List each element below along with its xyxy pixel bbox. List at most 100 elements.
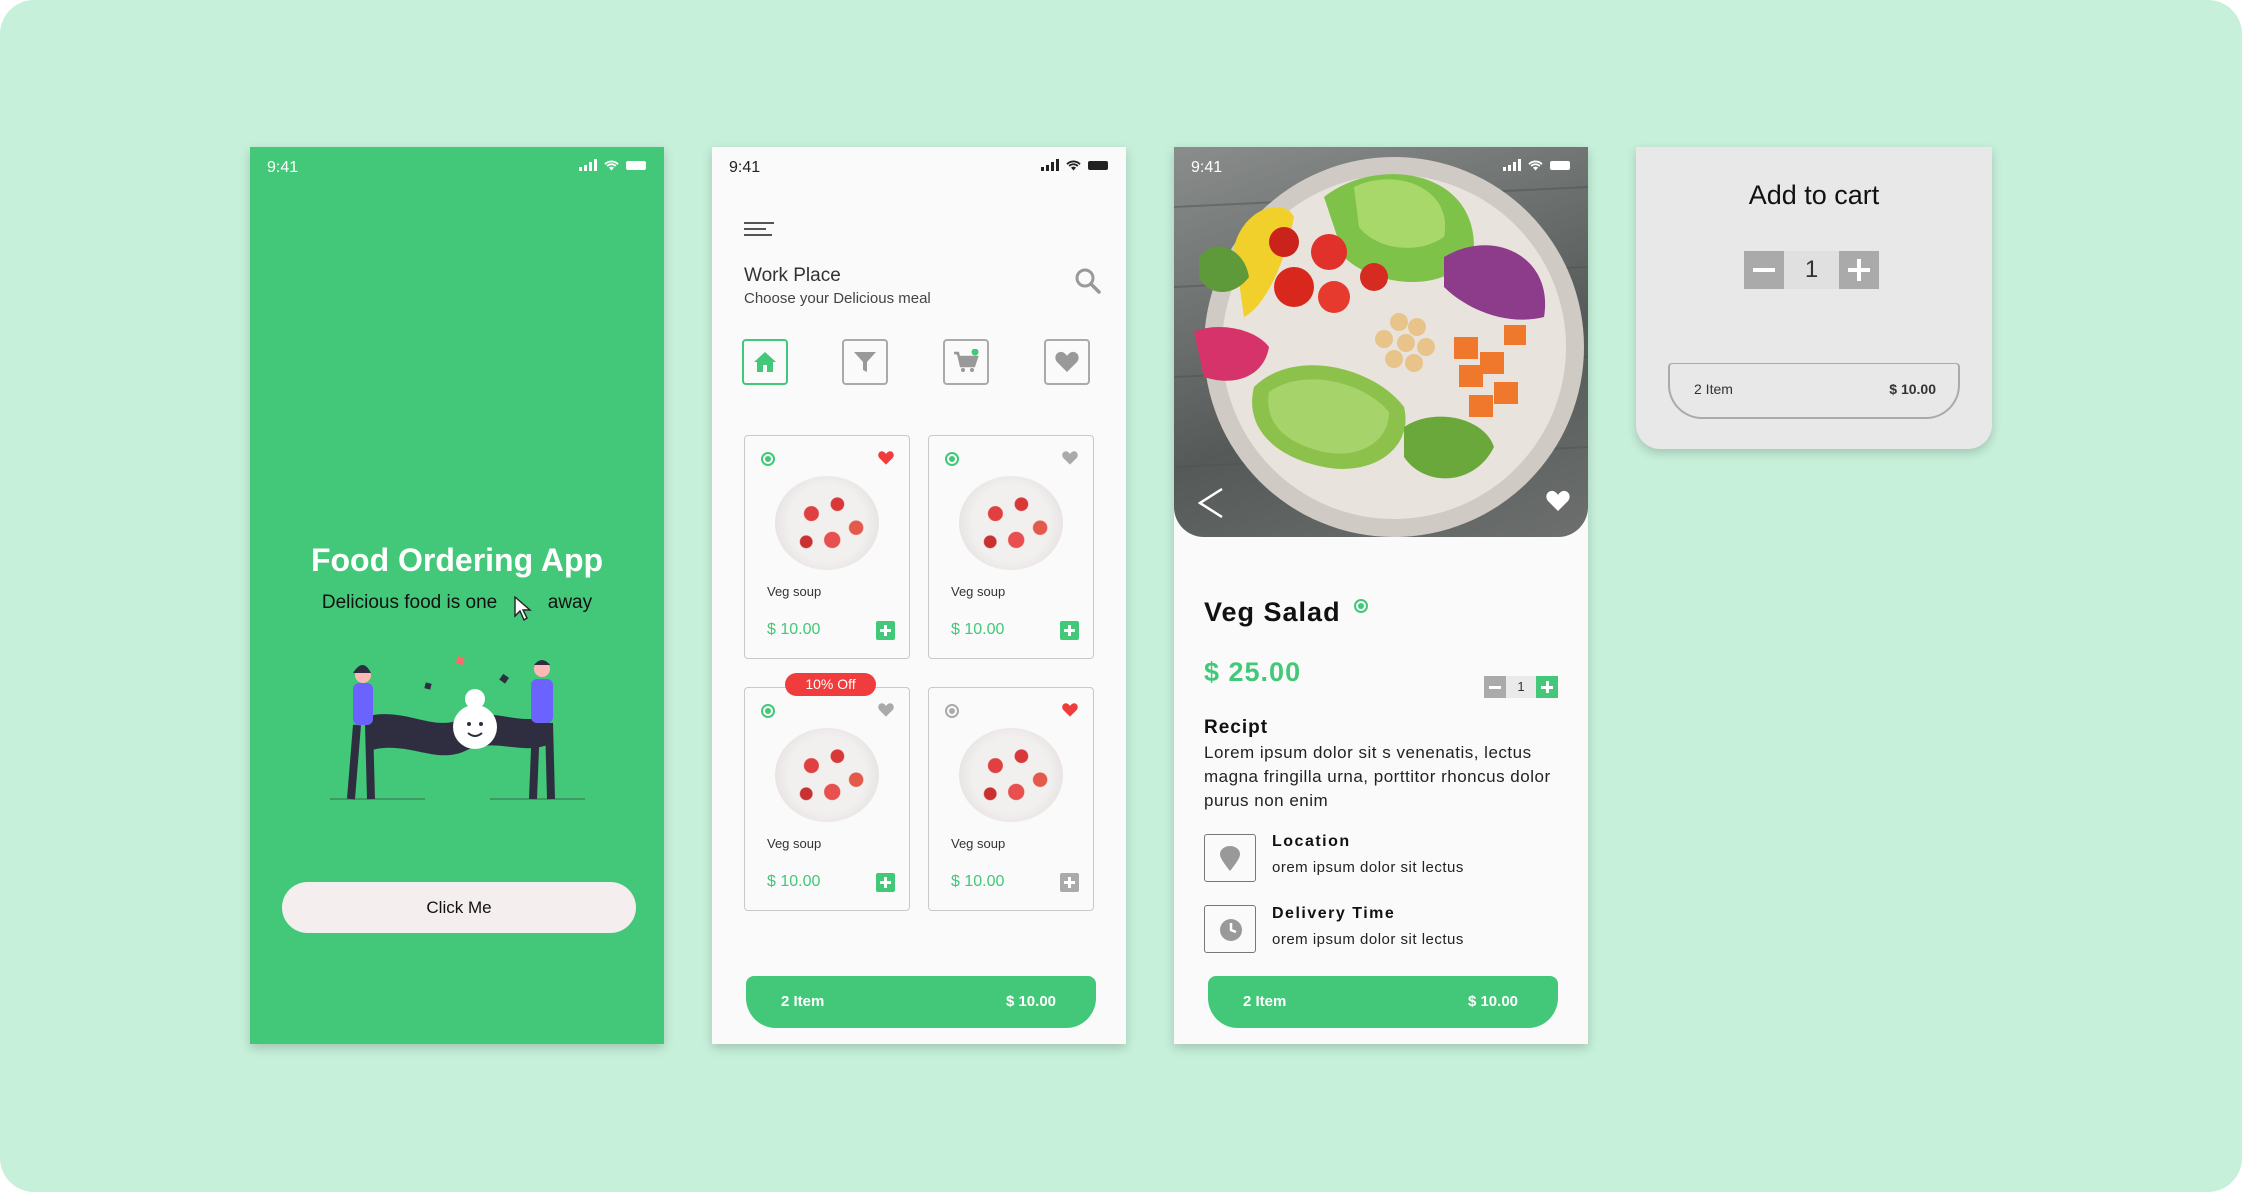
food-card-1[interactable]: Veg soup $ 10.00 <box>744 435 910 659</box>
signal-icon <box>1041 159 1059 171</box>
click-me-button[interactable]: Click Me <box>282 882 636 933</box>
delivery-heading: Delivery Time <box>1272 905 1396 922</box>
status-bar: 9:41 <box>250 147 664 187</box>
home-icon <box>754 352 776 372</box>
cart-total: $ 10.00 <box>1467 993 1518 1010</box>
food-price: $ 10.00 <box>767 873 821 890</box>
veg-indicator <box>761 704 775 718</box>
signal-icon <box>579 159 597 171</box>
add-to-cart-heading: Add to cart <box>1748 180 1880 210</box>
wifi-icon <box>1528 160 1543 170</box>
veg-indicator <box>945 704 959 718</box>
filter-icon <box>854 352 876 372</box>
status-time: 9:41 <box>1191 159 1223 176</box>
cart-count: 2 Item <box>1694 381 1733 397</box>
page-subtitle: Choose your Delicious meal <box>744 290 931 307</box>
back-arrow-icon[interactable] <box>1198 487 1224 519</box>
quantity-value: 1 <box>1784 251 1839 289</box>
favorite-heart-icon[interactable] <box>1061 702 1079 718</box>
add-item-plus-icon[interactable] <box>1060 621 1079 640</box>
veg-indicator <box>761 452 775 466</box>
heart-icon <box>1055 351 1079 372</box>
food-name: Veg soup <box>767 584 822 599</box>
veg-indicator <box>1354 599 1368 613</box>
detail-screen: 9:41 Veg Salad $ 25.00 1 Recipt Lorem ip… <box>1174 147 1588 1044</box>
favorite-heart-icon[interactable] <box>1544 489 1572 513</box>
delivery-illustration <box>330 656 585 800</box>
cart-summary-bar[interactable]: 2 Item $ 10.00 <box>746 976 1096 1028</box>
battery-icon <box>626 160 646 170</box>
tagline-start: Delicious food is one <box>321 592 498 613</box>
location-heading: Location <box>1272 833 1351 850</box>
decrease-minus-icon[interactable] <box>1744 251 1784 289</box>
increase-plus-icon[interactable] <box>1536 676 1558 698</box>
tab-favorites[interactable] <box>1044 339 1090 385</box>
cart-summary-bar[interactable]: 2 Item $ 10.00 <box>1208 976 1558 1028</box>
dish-name: Veg Salad <box>1204 597 1341 627</box>
hamburger-menu-icon[interactable] <box>744 222 774 238</box>
app-title: Food Ordering App <box>310 542 604 578</box>
clock-icon <box>1220 919 1242 941</box>
location-text: orem ipsum dolor sit lectus <box>1272 859 1464 876</box>
recipe-heading: Recipt <box>1204 717 1269 738</box>
quantity-stepper: 1 <box>1484 676 1558 698</box>
status-time: 9:41 <box>729 159 761 176</box>
cart-total: $ 10.00 <box>1889 381 1936 397</box>
favorite-heart-icon[interactable] <box>877 450 895 466</box>
cart-count: 2 Item <box>1243 993 1287 1010</box>
add-to-cart-card: Add to cart 1 2 Item $ 10.00 <box>1636 147 1992 449</box>
quantity-value: 1 <box>1506 676 1536 698</box>
location-icon-box <box>1204 834 1256 882</box>
tagline: Delicious food is one away <box>250 592 664 622</box>
food-image <box>959 728 1063 822</box>
wifi-icon <box>1066 160 1081 170</box>
add-item-plus-icon[interactable] <box>876 621 895 640</box>
delivery-text: orem ipsum dolor sit lectus <box>1272 931 1464 948</box>
food-name: Veg soup <box>951 836 1006 851</box>
delivery-icon-box <box>1204 905 1256 953</box>
food-name: Veg soup <box>767 836 822 851</box>
add-item-plus-icon[interactable] <box>876 873 895 892</box>
food-price: $ 10.00 <box>767 621 821 638</box>
add-item-plus-icon[interactable] <box>1060 873 1079 892</box>
veg-indicator <box>945 452 959 466</box>
cart-icon <box>954 349 979 372</box>
food-card-4[interactable]: Veg soup $ 10.00 <box>928 687 1094 911</box>
wifi-icon <box>604 160 619 170</box>
tab-filter[interactable] <box>842 339 888 385</box>
onboarding-screen: 9:41 Food Ordering App Delicious food is… <box>250 147 664 1044</box>
favorite-heart-icon[interactable] <box>1061 450 1079 466</box>
salad-bowl-image <box>1174 157 1588 537</box>
recipe-text: Lorem ipsum dolor sit s venenatis, lectu… <box>1204 743 1551 810</box>
location-pin-icon <box>1220 846 1240 871</box>
cart-count: 2 Item <box>781 993 825 1010</box>
battery-icon <box>1088 160 1108 170</box>
food-name: Veg soup <box>951 584 1006 599</box>
cart-summary-bar[interactable]: 2 Item $ 10.00 <box>1668 363 1960 419</box>
quantity-stepper: 1 <box>1744 251 1879 289</box>
dish-price: $ 25.00 <box>1204 657 1302 687</box>
food-image <box>775 476 879 570</box>
status-bar: 9:41 <box>712 147 1126 187</box>
food-image <box>775 728 879 822</box>
cart-total: $ 10.00 <box>1005 993 1056 1010</box>
food-price: $ 10.00 <box>951 873 1005 890</box>
food-price: $ 10.00 <box>951 621 1005 638</box>
menu-screen: 9:41 Work Place Choose your Delicious me… <box>712 147 1126 1044</box>
status-time: 9:41 <box>267 159 299 176</box>
search-icon[interactable] <box>1074 267 1102 295</box>
discount-badge: 10% Off <box>785 673 876 696</box>
increase-plus-icon[interactable] <box>1839 251 1879 289</box>
status-bar: 9:41 <box>1174 147 1588 187</box>
favorite-heart-icon[interactable] <box>877 702 895 718</box>
decrease-minus-icon[interactable] <box>1484 676 1506 698</box>
food-image <box>959 476 1063 570</box>
food-card-3[interactable]: Veg soup $ 10.00 <box>744 687 910 911</box>
signal-icon <box>1503 159 1521 171</box>
page-title: Work Place <box>744 265 841 286</box>
canvas: 9:41 Food Ordering App Delicious food is… <box>0 0 2242 1192</box>
salad-photo <box>1174 147 1588 537</box>
tab-cart[interactable] <box>943 339 989 385</box>
food-card-2[interactable]: Veg soup $ 10.00 <box>928 435 1094 659</box>
tab-home[interactable] <box>742 339 788 385</box>
